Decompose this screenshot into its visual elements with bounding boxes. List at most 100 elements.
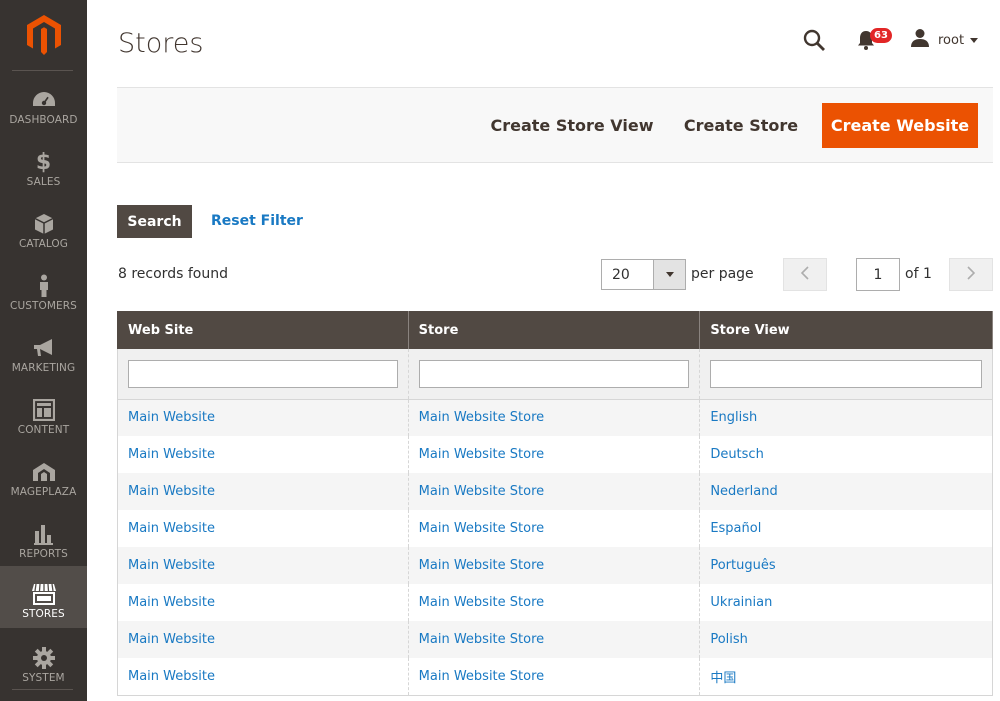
sidebar-item-stores[interactable]: STORES [0, 566, 87, 628]
web-site-link[interactable]: Main Website [128, 484, 215, 499]
dashboard-icon [32, 88, 56, 112]
chevron-left-icon [800, 265, 809, 284]
column-header-store[interactable]: Store [407, 311, 701, 349]
user-name: root [938, 32, 965, 48]
web-site-link[interactable]: Main Website [128, 632, 215, 647]
previous-page-button[interactable] [783, 258, 827, 291]
store-link[interactable]: Main Website Store [419, 521, 544, 536]
table-cell: Deutsch [699, 436, 993, 473]
store-link[interactable]: Main Website Store [419, 410, 544, 425]
web-site-link[interactable]: Main Website [128, 521, 215, 536]
table-cell: Nederland [699, 473, 993, 510]
filter-cell [699, 349, 993, 400]
current-page-input[interactable] [856, 258, 900, 291]
web-site-link[interactable]: Main Website [128, 558, 215, 573]
create-website-button[interactable]: Create Website [822, 103, 978, 148]
sidebar-item-label: STORES [22, 608, 65, 620]
store-view-link[interactable]: Español [710, 521, 761, 536]
table-cell: Main Website Store [407, 473, 700, 510]
create-store-view-button[interactable]: Create Store View [489, 103, 655, 148]
total-pages-label: of 1 [905, 266, 932, 282]
sidebar-item-label: CUSTOMERS [10, 300, 77, 312]
store-link[interactable]: Main Website Store [419, 669, 544, 684]
sidebar-item-label: SALES [26, 176, 61, 188]
sidebar-item-reports[interactable]: REPORTS [0, 506, 87, 568]
store-view-link[interactable]: 中国 [710, 671, 736, 686]
filter-cell [407, 349, 700, 400]
column-header-store-view[interactable]: Store View [699, 311, 993, 349]
user-account-menu[interactable]: root [910, 29, 980, 51]
sidebar-divider [12, 70, 73, 71]
magento-logo-icon[interactable] [0, 0, 87, 70]
table-cell: Español [699, 510, 993, 547]
next-page-button[interactable] [949, 258, 993, 291]
sidebar-item-label: CATALOG [18, 238, 69, 250]
store-view-link[interactable]: English [710, 410, 757, 425]
store-filter-input[interactable] [418, 359, 690, 388]
store-view-link[interactable]: Polish [710, 632, 748, 647]
table-cell: Main Website Store [407, 621, 700, 658]
table-cell: Português [699, 547, 993, 584]
chevron-down-icon[interactable] [653, 260, 685, 289]
sidebar-item-mageplaza[interactable]: MAGEPLAZA [0, 444, 87, 506]
web-site-link[interactable]: Main Website [128, 447, 215, 462]
sidebar-item-marketing[interactable]: MARKETING [0, 320, 87, 382]
sidebar-item-label: SYSTEM [22, 672, 65, 684]
web-site-link[interactable]: Main Website [128, 669, 215, 684]
per-page-select[interactable]: 20 [601, 259, 686, 290]
sidebar-item-catalog[interactable]: CATALOG [0, 196, 87, 258]
create-store-button[interactable]: Create Store [676, 103, 806, 148]
store-link[interactable]: Main Website Store [419, 595, 544, 610]
table-cell: Polish [699, 621, 993, 658]
sidebar-item-sales[interactable]: $ SALES [0, 134, 87, 196]
notifications-count-badge: 63 [870, 28, 892, 43]
page-actions-bar: Create Store View Create Store Create We… [117, 87, 993, 163]
layout-icon [32, 398, 56, 422]
store-link[interactable]: Main Website Store [419, 447, 544, 462]
table-cell: Main Website [117, 584, 409, 621]
store-view-link[interactable]: Português [710, 558, 775, 573]
cube-icon [32, 212, 56, 236]
web-site-filter-input[interactable] [128, 359, 398, 388]
web-site-link[interactable]: Main Website [128, 595, 215, 610]
reset-filter-link[interactable]: Reset Filter [211, 213, 303, 229]
search-icon[interactable] [803, 29, 825, 51]
store-link[interactable]: Main Website Store [419, 632, 544, 647]
table-row: Main Website Main Website Store Deutsch [117, 436, 993, 473]
filter-cell [117, 349, 409, 400]
sidebar-item-label: REPORTS [19, 548, 68, 560]
store-view-link[interactable]: Nederland [710, 484, 777, 499]
store-view-link[interactable]: Ukrainian [710, 595, 772, 610]
store-view-filter-input[interactable] [710, 359, 982, 388]
table-row: Main Website Main Website Store Nederlan… [117, 473, 993, 510]
column-header-web-site[interactable]: Web Site [117, 311, 409, 349]
table-cell: Main Website Store [407, 584, 700, 621]
dollar-icon: $ [35, 149, 52, 175]
mageplaza-icon [32, 460, 56, 484]
table-cell: Main Website Store [407, 436, 700, 473]
store-link[interactable]: Main Website Store [419, 558, 544, 573]
table-cell: Main Website [117, 436, 409, 473]
per-page-value: 20 [612, 266, 630, 283]
chevron-down-icon [970, 37, 979, 43]
admin-sidebar: DASHBOARD $ SALES CATALOG CUSTOMERS MARK… [0, 0, 87, 701]
web-site-link[interactable]: Main Website [128, 410, 215, 425]
gear-icon [32, 646, 56, 670]
sidebar-item-customers[interactable]: CUSTOMERS [0, 258, 87, 320]
store-link[interactable]: Main Website Store [419, 484, 544, 499]
store-view-link[interactable]: Deutsch [710, 447, 764, 462]
table-cell: 中国 [699, 658, 993, 696]
sidebar-divider [12, 689, 73, 690]
search-button[interactable]: Search [117, 205, 192, 238]
sidebar-item-dashboard[interactable]: DASHBOARD [0, 72, 87, 134]
bar-chart-icon [32, 522, 56, 546]
stores-grid: Web Site Store Store View Main Website M… [117, 311, 993, 696]
user-icon [910, 28, 930, 52]
table-cell: Main Website Store [407, 510, 700, 547]
chevron-right-icon [967, 265, 976, 284]
records-found-count: 8 records found [118, 266, 228, 282]
table-row: Main Website Main Website Store English [117, 399, 993, 436]
grid-header-row: Web Site Store Store View [117, 311, 993, 349]
sidebar-item-content[interactable]: CONTENT [0, 382, 87, 444]
sidebar-item-system[interactable]: SYSTEM [0, 630, 87, 692]
